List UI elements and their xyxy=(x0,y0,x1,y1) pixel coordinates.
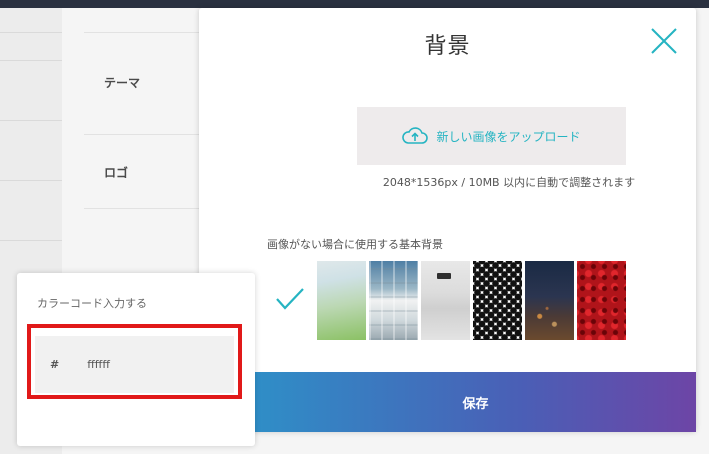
background-thumbnail-roses[interactable] xyxy=(577,261,626,340)
logo-label: ロゴ xyxy=(104,166,129,180)
settings-divider xyxy=(84,32,214,33)
background-thumbnail-wall[interactable] xyxy=(421,261,470,340)
no-background-option[interactable] xyxy=(275,286,305,316)
check-icon xyxy=(276,288,304,310)
background-thumbnail-sky[interactable] xyxy=(317,261,366,340)
save-button[interactable]: 保存 xyxy=(255,372,696,432)
sidebar-divider xyxy=(0,180,62,181)
save-label: 保存 xyxy=(462,396,489,412)
close-icon xyxy=(651,28,677,54)
sidebar-divider xyxy=(0,120,62,121)
close-button[interactable] xyxy=(649,26,679,56)
sidebar-divider xyxy=(0,240,62,241)
background-modal: 背景 新しい画像をアップロード 2048*1536px / 10MB 以内に自動… xyxy=(199,8,696,432)
settings-divider xyxy=(84,208,214,209)
background-thumbnails xyxy=(317,261,626,340)
sidebar-divider xyxy=(0,60,62,61)
background-thumbnail-night-city[interactable] xyxy=(525,261,574,340)
background-thumbnail-office[interactable] xyxy=(369,261,418,340)
cloud-upload-icon xyxy=(402,127,429,144)
background-thumbnail-dots[interactable] xyxy=(473,261,522,340)
settings-divider xyxy=(84,134,214,135)
top-bar xyxy=(0,0,709,8)
modal-title: 背景 xyxy=(424,34,471,59)
upload-image-label: 新しい画像をアップロード xyxy=(436,129,581,144)
default-background-label: 画像がない場合に使用する基本背景 xyxy=(267,238,443,251)
highlight-box xyxy=(27,324,242,399)
theme-label: テーマ xyxy=(104,76,141,90)
upload-image-button[interactable]: 新しい画像をアップロード xyxy=(357,107,626,165)
color-code-title: カラーコード入力する xyxy=(37,297,147,310)
sidebar-divider xyxy=(0,32,62,33)
upload-size-hint: 2048*1536px / 10MB 以内に自動で調整されます xyxy=(382,176,636,189)
